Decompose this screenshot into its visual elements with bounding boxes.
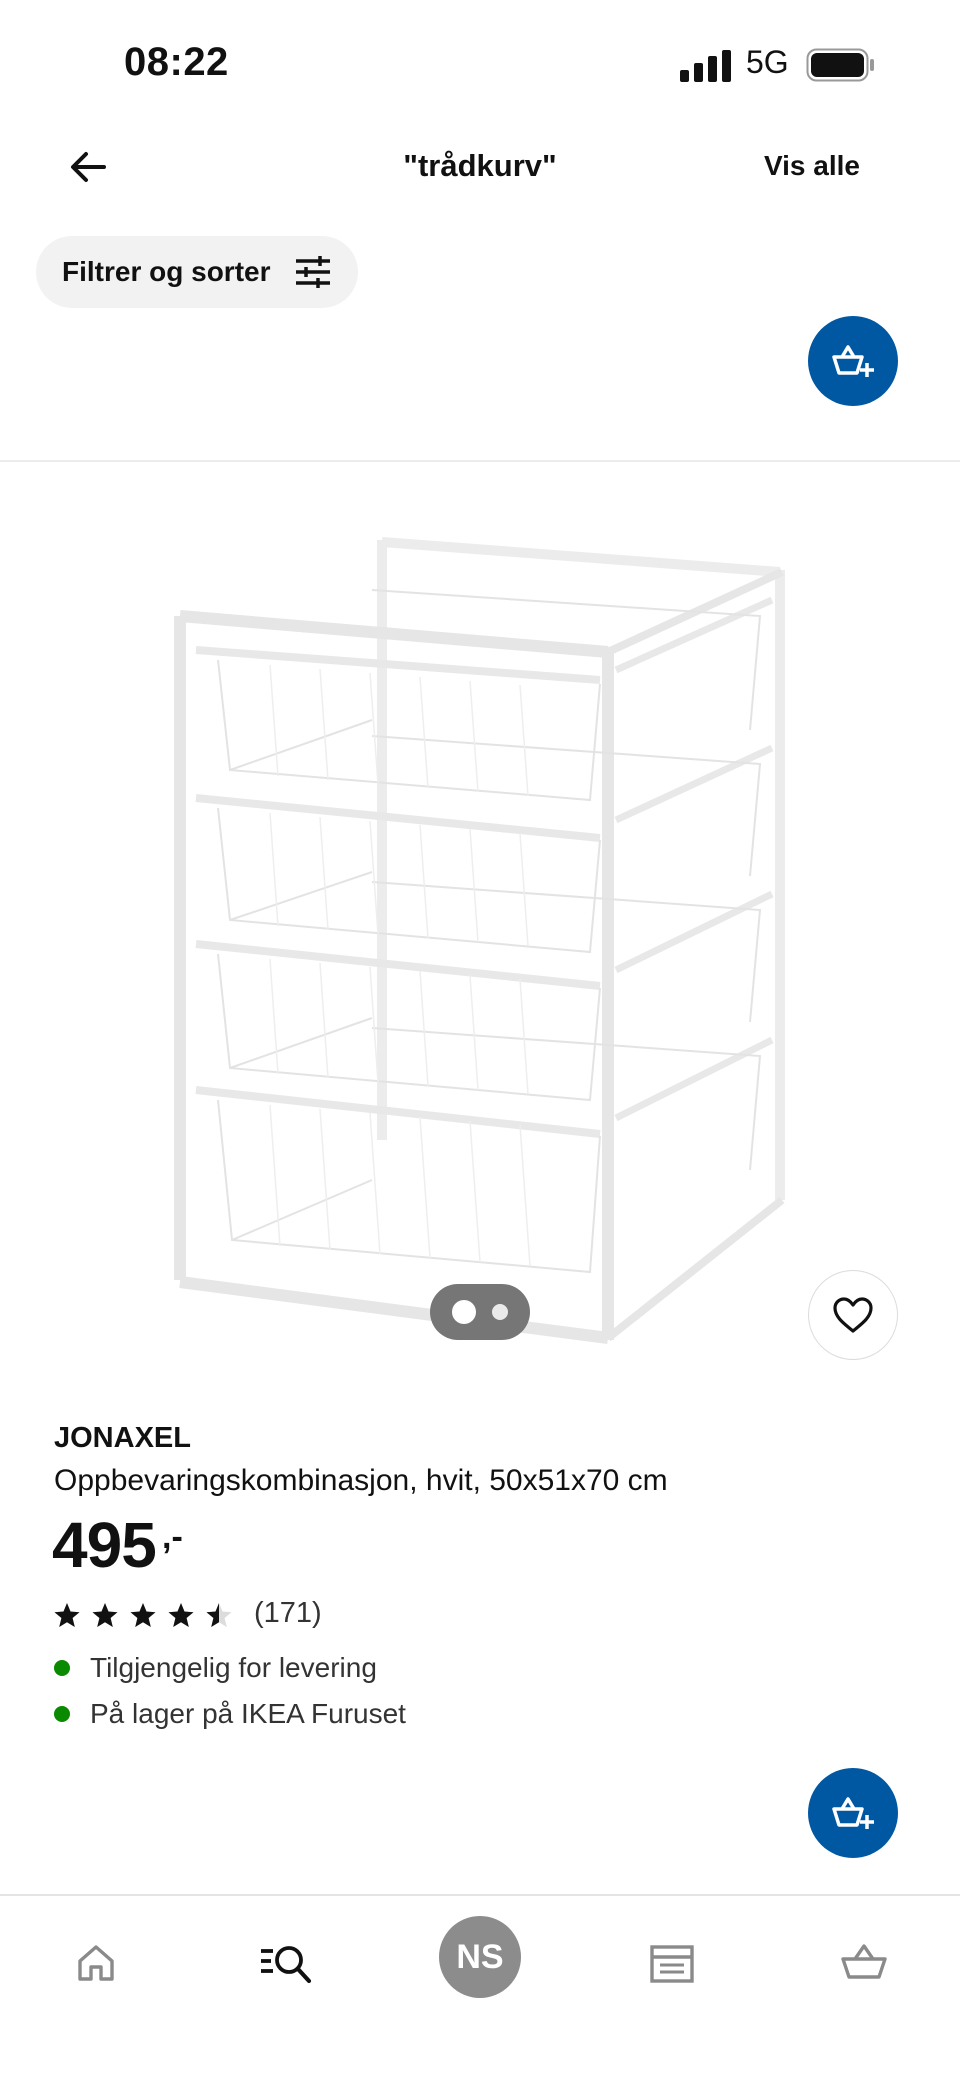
product-price: 495: [52, 1509, 157, 1581]
nav-profile[interactable]: NS: [430, 1912, 530, 2002]
price-suffix: ,-: [162, 1518, 183, 1556]
signal-icon: [680, 50, 731, 82]
cart-add-icon: [832, 1797, 874, 1829]
view-all-link[interactable]: Vis alle: [764, 150, 860, 182]
heart-icon: [833, 1297, 873, 1333]
sliders-icon: [296, 256, 331, 288]
nav-search[interactable]: [236, 1918, 336, 2008]
availability-delivery: Tilgjengelig for levering: [54, 1652, 377, 1684]
store-icon: [650, 1945, 694, 1983]
rating-star: [92, 1603, 118, 1627]
availability-delivery-label: Tilgjengelig for levering: [90, 1652, 377, 1683]
status-time: 08:22: [124, 40, 229, 84]
availability-store-label: På lager på IKEA Furuset: [90, 1698, 406, 1729]
bottom-nav-divider: [0, 1894, 960, 1896]
cart-add-icon: [832, 345, 874, 377]
divider: [0, 460, 960, 462]
add-to-cart-button[interactable]: [808, 1768, 898, 1858]
status-dot: [54, 1660, 70, 1676]
filter-sort-button[interactable]: Filtrer og sorter: [36, 236, 358, 308]
product-image[interactable]: [160, 520, 800, 1360]
availability-store: På lager på IKEA Furuset: [54, 1698, 406, 1730]
search-list-icon: [261, 1946, 312, 1984]
rating-star: [206, 1603, 232, 1627]
network-label: 5G: [746, 44, 789, 80]
status-dot: [54, 1706, 70, 1722]
favorite-button[interactable]: [808, 1270, 898, 1360]
rating-star: [54, 1603, 80, 1627]
cart-icon: [841, 1944, 887, 1979]
nav-home[interactable]: [46, 1918, 146, 2008]
nav-cart[interactable]: [814, 1918, 914, 2008]
rating-stars: [54, 1603, 232, 1627]
rating-star: [168, 1603, 194, 1627]
image-carousel-indicator[interactable]: [430, 1284, 530, 1340]
avatar: NS: [439, 1916, 521, 1998]
carousel-dot-active: [452, 1300, 476, 1324]
battery-icon: [806, 48, 874, 82]
carousel-dot: [492, 1304, 508, 1320]
product-name[interactable]: JONAXEL: [54, 1422, 191, 1455]
home-icon: [78, 1945, 114, 1981]
nav-stores[interactable]: [622, 1918, 722, 2008]
add-to-cart-button[interactable]: [808, 316, 898, 406]
product-description[interactable]: Oppbevaringskombinasjon, hvit, 50x51x70 …: [54, 1464, 668, 1498]
rating-star: [130, 1603, 156, 1627]
review-count[interactable]: (171): [254, 1597, 322, 1630]
filter-sort-label: Filtrer og sorter: [62, 256, 271, 287]
